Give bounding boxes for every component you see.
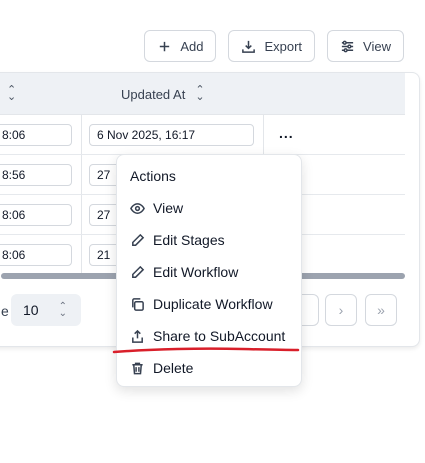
menu-item-label: Delete [153,360,194,376]
view-button[interactable]: View [327,30,404,62]
export-button[interactable]: Export [228,30,316,62]
copy-icon [132,297,144,311]
last-page-button[interactable]: » [365,294,397,326]
previous-date-field[interactable]: 8:06 [0,124,72,146]
row-actions-button[interactable]: ... [279,125,294,141]
eye-icon [130,202,145,214]
column-header-previous[interactable]: ⌃ ⌄ [1,73,16,115]
chevron-updown-icon: ⌃ ⌄ [58,301,67,319]
page-size-value: 10 [23,302,39,318]
actions-menu-title: Actions [130,168,176,184]
trash-icon [132,362,143,374]
add-button-label: Add [180,38,204,54]
add-button[interactable]: Add [144,30,217,62]
sort-icon: ⌃ ⌄ [7,84,17,103]
pencil-icon [132,233,145,246]
double-chevron-right-icon: » [377,302,385,318]
next-page-button[interactable]: › [325,294,357,326]
menu-item-edit-stages[interactable]: Edit Stages [117,225,303,255]
menu-item-view[interactable]: View [117,193,303,223]
export-button-label: Export [264,38,303,54]
view-button-label: View [363,38,391,54]
table-header: ⌃ ⌄ Updated At ⌃ ⌄ [0,73,405,115]
sort-icon: ⌃ ⌄ [195,84,205,103]
menu-item-label: Share to SubAccount [153,328,286,344]
menu-item-edit-workflow[interactable]: Edit Workflow [117,257,303,287]
previous-date-field[interactable]: 8:06 [0,204,72,226]
previous-date-field[interactable]: 8:06 [0,244,72,266]
pencil-icon [132,265,145,278]
plus-icon [160,41,170,51]
download-icon [242,40,256,53]
menu-item-duplicate-workflow[interactable]: Duplicate Workflow [117,289,303,319]
table-row: 8:06 6 Nov 2025, 16:17 ... [0,115,405,155]
updated-at-field[interactable]: 6 Nov 2025, 16:17 [89,124,254,146]
menu-item-label: Edit Stages [153,232,225,248]
table-toolbar: Add Export View [144,30,404,62]
menu-item-label: Duplicate Workflow [153,296,273,312]
column-header-updated-at[interactable]: Updated At ⌃ ⌄ [121,73,205,115]
red-underline-annotation [112,347,300,354]
page-size-label: e [1,303,9,319]
page-size-select[interactable]: 10 ⌃ ⌄ [11,294,81,326]
chevron-right-icon: › [338,302,344,318]
share-icon [132,329,143,343]
menu-item-label: Edit Workflow [153,264,239,280]
previous-date-field[interactable]: 8:56 [0,164,72,186]
menu-item-label: View [153,200,184,216]
sliders-icon [341,40,354,52]
column-header-updated-at-label: Updated At [121,86,186,102]
